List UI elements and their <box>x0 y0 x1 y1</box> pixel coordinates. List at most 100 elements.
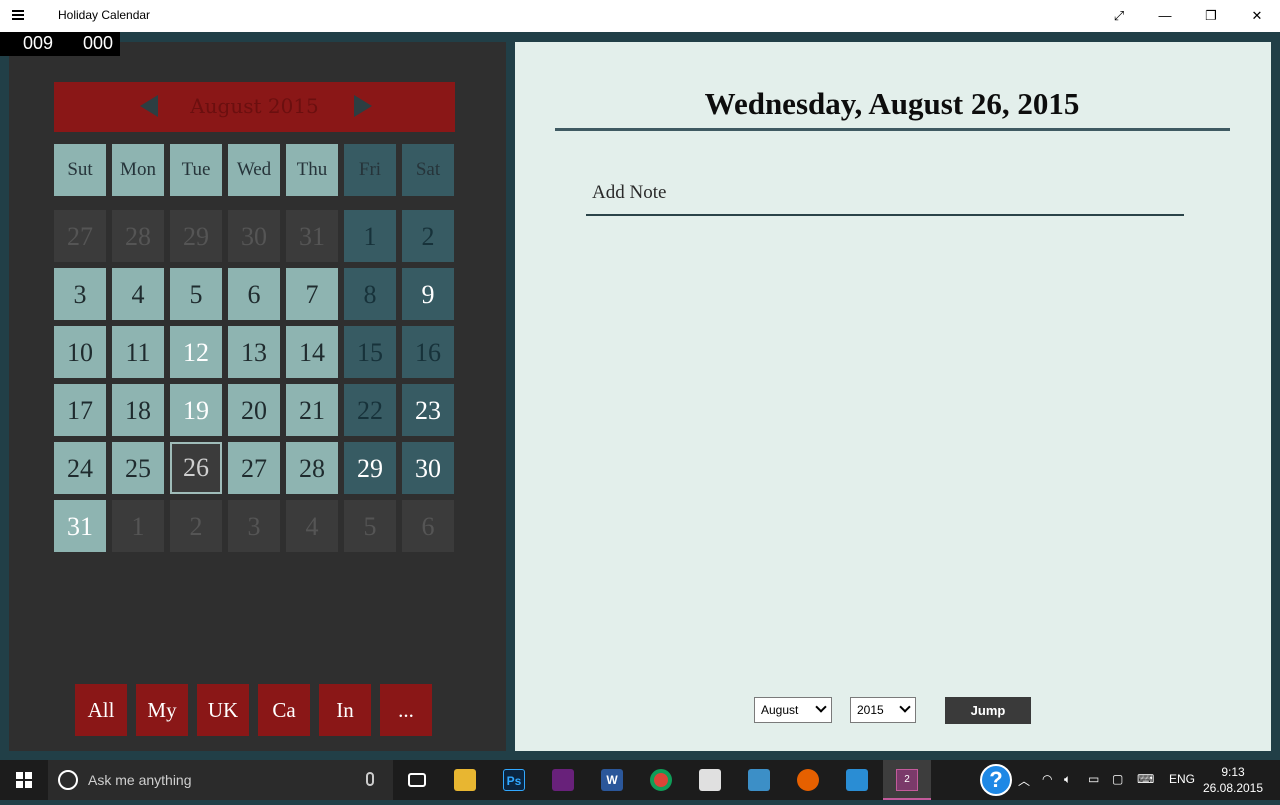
day-cell[interactable]: 29 <box>344 442 396 494</box>
selected-date-heading: Wednesday, August 26, 2015 <box>704 86 1080 121</box>
microphone-icon[interactable] <box>366 772 374 786</box>
weekday-header: Thu <box>286 144 338 196</box>
day-cell[interactable]: 8 <box>344 268 396 320</box>
battery-icon[interactable]: ▭ <box>1088 772 1099 786</box>
day-cell[interactable]: 15 <box>344 326 396 378</box>
filter-button[interactable]: Ca <box>258 684 310 736</box>
filter-button[interactable]: All <box>75 684 127 736</box>
calendar-app-badge: 2 <box>896 769 918 791</box>
file-explorer-icon[interactable] <box>441 764 489 796</box>
day-cell[interactable]: 3 <box>54 268 106 320</box>
filter-button[interactable]: ... <box>380 684 432 736</box>
clock-date: 26.08.2015 <box>1202 781 1264 795</box>
help-icon[interactable]: ? <box>980 764 1012 796</box>
day-cell[interactable]: 5 <box>170 268 222 320</box>
weekday-header: Mon <box>112 144 164 196</box>
fullscreen-icon[interactable]: ⤢ <box>1096 0 1142 32</box>
day-cell[interactable]: 14 <box>286 326 338 378</box>
day-cell[interactable]: 30 <box>402 442 454 494</box>
action-center-icon[interactable]: ▢ <box>1112 772 1123 786</box>
search-placeholder: Ask me anything <box>88 772 192 788</box>
weekday-header: Fri <box>344 144 396 196</box>
minimize-button[interactable]: — <box>1142 0 1188 32</box>
keyboard-icon[interactable]: ⌨ <box>1137 772 1154 786</box>
photoshop-icon[interactable]: Ps <box>490 764 538 796</box>
day-cell[interactable]: 9 <box>402 268 454 320</box>
day-cell[interactable]: 16 <box>402 326 454 378</box>
calculator-icon[interactable] <box>686 764 734 796</box>
add-note-input[interactable] <box>586 172 1184 216</box>
volume-icon[interactable]: 🔈︎ <box>1064 772 1071 787</box>
task-view-icon[interactable] <box>393 764 441 796</box>
outlook-icon[interactable] <box>833 764 881 796</box>
day-cell[interactable]: 3 <box>228 500 280 552</box>
language-indicator[interactable]: ENG <box>1169 772 1195 786</box>
heading-divider <box>555 128 1230 131</box>
day-cell[interactable]: 29 <box>170 210 222 262</box>
filter-button[interactable]: My <box>136 684 188 736</box>
day-cell[interactable]: 10 <box>54 326 106 378</box>
clock[interactable]: 9:13 26.08.2015 <box>1200 764 1266 796</box>
wifi-icon[interactable]: ◠ <box>1042 772 1052 786</box>
day-cell[interactable]: 13 <box>228 326 280 378</box>
day-cell[interactable]: 20 <box>228 384 280 436</box>
music-app-icon[interactable] <box>735 764 783 796</box>
day-cell[interactable]: 17 <box>54 384 106 436</box>
day-cell[interactable]: 1 <box>344 210 396 262</box>
day-cell[interactable]: 12 <box>170 326 222 378</box>
year-select[interactable]: 2015 <box>850 697 916 723</box>
firefox-icon[interactable] <box>784 764 832 796</box>
restore-button[interactable]: ❐ <box>1188 0 1234 32</box>
weekday-header: Tue <box>170 144 222 196</box>
holiday-calendar-taskbar-button[interactable]: 2 <box>883 760 931 800</box>
visual-studio-icon[interactable] <box>539 764 587 796</box>
show-hidden-icons-icon[interactable]: ︿ <box>1018 772 1030 789</box>
day-cell[interactable]: 22 <box>344 384 396 436</box>
cortana-icon <box>58 770 78 790</box>
month-select[interactable]: August <box>754 697 832 723</box>
day-cell[interactable]: 5 <box>344 500 396 552</box>
counter-left: 009 <box>23 33 54 53</box>
day-cell[interactable]: 31 <box>286 210 338 262</box>
day-cell[interactable]: 7 <box>286 268 338 320</box>
day-cell[interactable]: 4 <box>286 500 338 552</box>
title-bar: Holiday Calendar ⤢ — ❐ ✕ <box>0 0 1280 32</box>
calendar-panel: August 2015 Sut Mon Tue Wed Thu Fri Sat 27 28 29 3… <box>9 42 506 751</box>
filter-button[interactable]: In <box>319 684 371 736</box>
word-icon[interactable]: W <box>588 764 636 796</box>
month-select-value: August <box>761 703 799 717</box>
day-cell[interactable]: 21 <box>286 384 338 436</box>
month-header: August 2015 <box>54 82 455 132</box>
day-cell[interactable]: 2 <box>402 210 454 262</box>
day-cell[interactable]: 28 <box>112 210 164 262</box>
weekday-header: Sat <box>402 144 454 196</box>
jump-button[interactable]: Jump <box>945 697 1031 724</box>
hamburger-menu-icon[interactable] <box>12 8 34 24</box>
day-cell[interactable]: 25 <box>112 442 164 494</box>
day-cell[interactable]: 24 <box>54 442 106 494</box>
filter-button[interactable]: UK <box>197 684 249 736</box>
next-month-icon[interactable] <box>354 95 372 117</box>
start-button[interactable] <box>0 760 48 800</box>
day-cell[interactable]: 27 <box>228 442 280 494</box>
day-cell[interactable]: 4 <box>112 268 164 320</box>
day-cell[interactable]: 23 <box>402 384 454 436</box>
day-cell[interactable]: 27 <box>54 210 106 262</box>
close-button[interactable]: ✕ <box>1234 0 1280 32</box>
search-box[interactable]: Ask me anything <box>48 760 393 800</box>
counter-right: 000 <box>83 33 114 53</box>
day-cell[interactable]: 2 <box>170 500 222 552</box>
day-cell[interactable]: 28 <box>286 442 338 494</box>
day-cell[interactable]: 1 <box>112 500 164 552</box>
detail-panel: Wednesday, August 26, 2015 August 2015 J… <box>515 42 1271 751</box>
day-cell[interactable]: 31 <box>54 500 106 552</box>
day-cell[interactable]: 19 <box>170 384 222 436</box>
selected-day-cell[interactable]: 26 <box>170 442 222 494</box>
chrome-icon[interactable] <box>637 764 685 796</box>
day-cell[interactable]: 6 <box>228 268 280 320</box>
day-cell[interactable]: 18 <box>112 384 164 436</box>
day-cell[interactable]: 30 <box>228 210 280 262</box>
day-cell[interactable]: 11 <box>112 326 164 378</box>
taskbar: Ask me anything Ps W 2 ? ︿ ◠ 🔈︎ ▭ ▢ ⌨ EN… <box>0 760 1280 800</box>
day-cell[interactable]: 6 <box>402 500 454 552</box>
